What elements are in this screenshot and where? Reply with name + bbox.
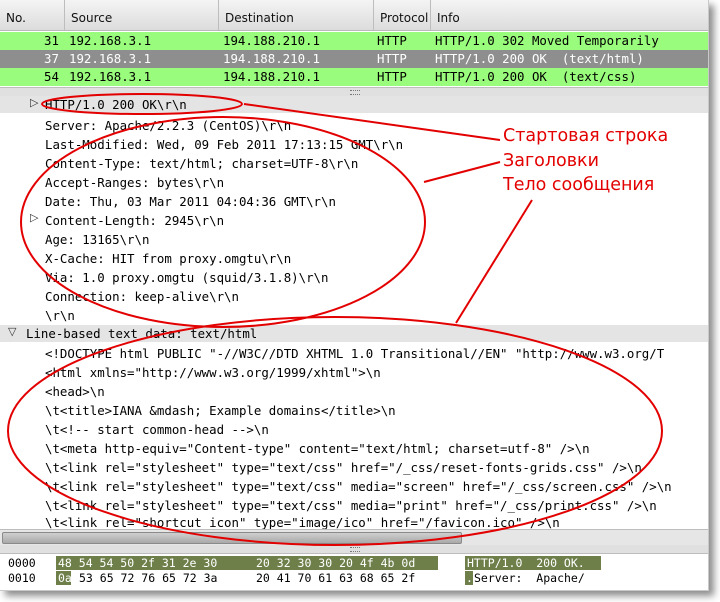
annotation-body: Тело сообщения <box>503 175 655 195</box>
annotation-overlay <box>7 93 663 546</box>
body-ellipse <box>7 316 663 546</box>
pointer-line <box>455 199 533 324</box>
annotation-start-line: Стартовая строка <box>503 126 669 146</box>
pointer-line <box>423 161 501 183</box>
annotation-headers: Заголовки <box>503 151 599 171</box>
headers-ellipse <box>20 116 426 328</box>
status-line-ellipse <box>41 93 243 115</box>
wireshark-window: No. Source Destination Protocol Info 31 … <box>0 0 709 591</box>
